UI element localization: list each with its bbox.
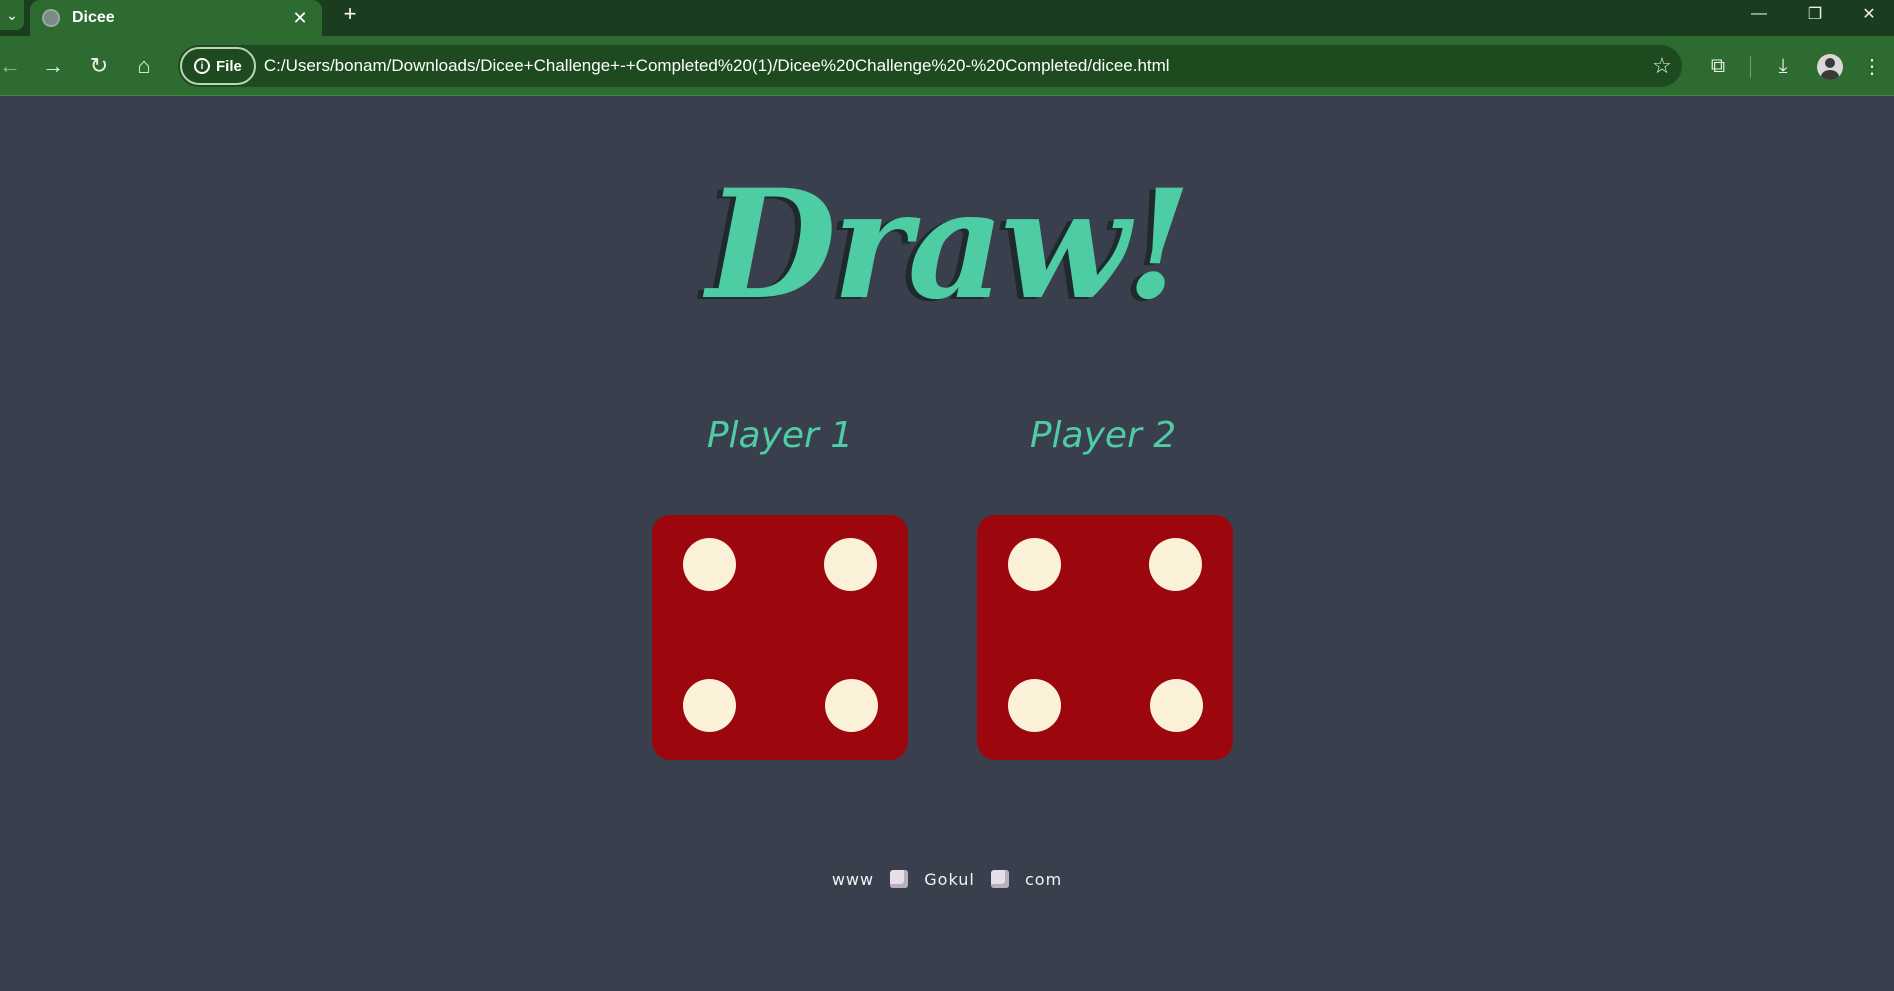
close-tab-icon[interactable]: ✕ (290, 8, 310, 29)
site-chip-label: File (216, 57, 242, 75)
address-bar[interactable]: i File C:/Users/bonam/Downloads/Dicee+Ch… (178, 45, 1682, 87)
new-tab-button[interactable]: + (336, 0, 364, 28)
toolbar-divider (1750, 56, 1751, 78)
url-text[interactable]: C:/Users/bonam/Downloads/Dicee+Challenge… (264, 56, 1642, 76)
profile-avatar[interactable] (1817, 54, 1843, 80)
back-button[interactable]: ← (0, 48, 28, 84)
player-1-die (652, 515, 908, 760)
site-info-chip[interactable]: i File (180, 47, 256, 85)
footer-com: com (1025, 870, 1063, 889)
footer: www Gokul com (0, 870, 1894, 889)
bookmark-star-icon[interactable]: ☆ (1642, 53, 1682, 79)
browser-toolbar: ← → ↻ ⌂ i File C:/Users/bonam/Downloads/… (0, 36, 1894, 96)
die-pip (683, 538, 736, 591)
die-pip (1149, 538, 1202, 591)
die-pip (1008, 679, 1061, 732)
page-content: Draw! Player 1 Player 2 www Gokul com (0, 97, 1894, 991)
tab-strip: ⌄ Dicee ✕ + — ❐ ✕ (0, 0, 1894, 36)
die-pip (1008, 538, 1061, 591)
die-pip (824, 538, 877, 591)
tab-title: Dicee (72, 9, 115, 26)
extensions-icon[interactable]: ⧉ (1702, 50, 1734, 82)
minimize-button[interactable]: — (1734, 0, 1784, 28)
info-icon: i (194, 58, 210, 74)
result-headline: Draw! (706, 157, 1191, 333)
die-pip (683, 679, 736, 732)
footer-www: www (831, 870, 875, 889)
restore-button[interactable]: ❐ (1790, 0, 1840, 28)
player-2-label: Player 2 (1029, 415, 1177, 456)
home-button[interactable]: ⌂ (126, 48, 162, 84)
tab-search-button[interactable]: ⌄ (0, 0, 24, 30)
tab-dicee[interactable]: Dicee ✕ (30, 0, 322, 36)
more-menu-icon[interactable]: ⋮ (1856, 50, 1888, 82)
die-pip (825, 679, 878, 732)
dice-icon (890, 870, 909, 888)
reload-button[interactable]: ↻ (81, 48, 117, 84)
forward-button[interactable]: → (35, 48, 71, 84)
close-window-button[interactable]: ✕ (1844, 0, 1894, 28)
player-1-label: Player 1 (706, 415, 854, 456)
player-2-die (977, 515, 1233, 760)
download-icon[interactable]: ⤓ (1767, 50, 1799, 82)
dice-icon (990, 870, 1009, 888)
footer-name: Gokul (924, 870, 975, 889)
globe-icon (42, 9, 60, 27)
die-pip (1150, 679, 1203, 732)
